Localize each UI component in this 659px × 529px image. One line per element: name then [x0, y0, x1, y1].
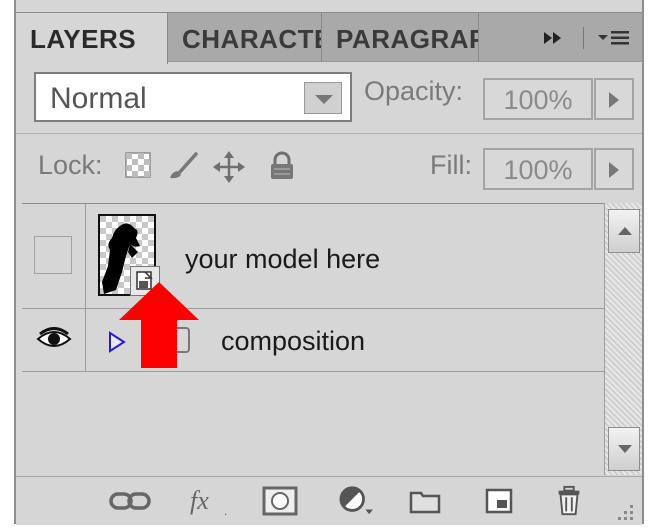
- resize-grip-icon[interactable]: [612, 497, 636, 529]
- blend-mode-select[interactable]: Normal: [34, 72, 352, 122]
- red-arrow-annotation: [119, 282, 199, 368]
- new-group-icon[interactable]: [408, 485, 442, 517]
- lock-all-icon[interactable]: [267, 150, 297, 180]
- fill-slider-arrow-icon[interactable]: [594, 148, 634, 190]
- adjustment-layer-icon[interactable]: [336, 485, 376, 517]
- visibility-cell[interactable]: [22, 204, 86, 308]
- lock-image-pixels-icon[interactable]: [166, 150, 198, 180]
- layer-name[interactable]: your model here: [185, 244, 380, 275]
- layers-footer-toolbar: fx .: [16, 476, 642, 525]
- tab-separator: [583, 27, 584, 49]
- chevron-down-icon[interactable]: [304, 82, 342, 114]
- tab-paragraph[interactable]: PARAGRAPH: [322, 13, 478, 62]
- visibility-toggle-off[interactable]: [34, 236, 72, 274]
- tab-separator: [478, 13, 479, 62]
- add-mask-icon[interactable]: [262, 485, 298, 517]
- layer-list: your model here composition: [22, 203, 604, 476]
- fill-input[interactable]: 100%: [483, 148, 593, 190]
- layer-name[interactable]: composition: [221, 326, 365, 357]
- svg-text:.: .: [224, 504, 227, 517]
- divider: [16, 133, 642, 134]
- scroll-down-icon[interactable]: [608, 427, 640, 471]
- link-layers-icon[interactable]: [108, 485, 152, 517]
- layer-row[interactable]: your model here: [22, 204, 604, 309]
- visibility-cell[interactable]: [22, 309, 86, 371]
- blend-mode-value: Normal: [50, 82, 147, 115]
- double-chevron-right-icon[interactable]: [538, 23, 568, 53]
- scroll-up-icon[interactable]: [608, 209, 640, 253]
- new-layer-icon[interactable]: [483, 485, 515, 517]
- lock-label: Lock:: [38, 150, 103, 180]
- lock-transparent-pixels-icon[interactable]: [123, 150, 153, 180]
- layer-list-scrollbar[interactable]: [604, 203, 642, 475]
- eye-icon[interactable]: [36, 327, 72, 351]
- layers-panel: LAYERS CHARACTER PARAGRAPH Normal Opacit…: [14, 0, 644, 525]
- opacity-slider-arrow-icon[interactable]: [594, 78, 634, 120]
- panel-menu-icon[interactable]: [594, 23, 634, 53]
- fx-icon[interactable]: fx .: [188, 485, 234, 517]
- layer-row[interactable]: composition: [22, 309, 604, 372]
- panel-tab-bar: LAYERS CHARACTER PARAGRAPH: [16, 12, 642, 64]
- trash-icon[interactable]: [554, 485, 584, 517]
- opacity-input[interactable]: 100%: [483, 78, 593, 120]
- tab-layers[interactable]: LAYERS: [16, 13, 168, 64]
- svg-text:fx: fx: [190, 486, 209, 515]
- lock-position-icon[interactable]: [212, 150, 245, 183]
- tab-character[interactable]: CHARACTER: [168, 13, 322, 62]
- opacity-label: Opacity:: [364, 76, 464, 106]
- fill-label: Fill:: [430, 150, 472, 180]
